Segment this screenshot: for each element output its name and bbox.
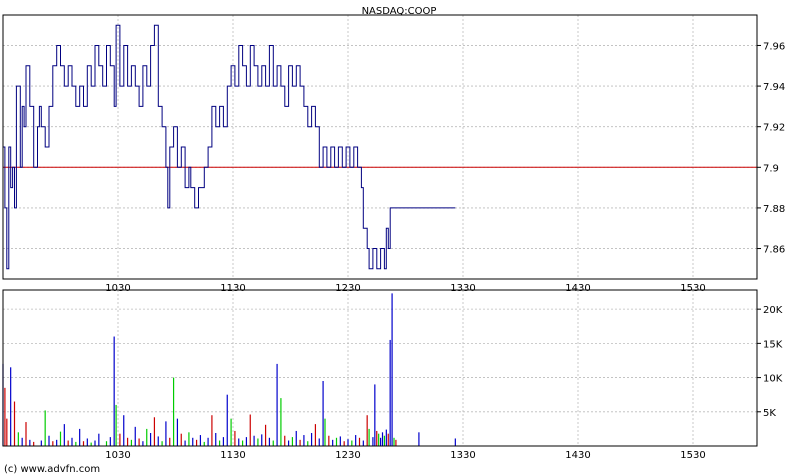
volume-y-tick-10K: 10K <box>763 374 783 385</box>
price-y-tick-7.88: 7.88 <box>763 204 785 215</box>
volume-y-tick-20K: 20K <box>763 305 783 316</box>
volume-x-tick-1530: 1530 <box>680 450 705 461</box>
copyright-text: (c) www.advfn.com <box>4 464 100 475</box>
volume-x-tick-1130: 1130 <box>220 450 245 461</box>
volume-x-tick-1330: 1330 <box>450 450 475 461</box>
price-series-line <box>3 24 456 270</box>
chart-title: NASDAQ:COOP <box>362 6 437 17</box>
volume-x-tick-1030: 1030 <box>105 450 130 461</box>
price-x-tick-1530: 1530 <box>680 283 705 294</box>
price-y-tick-7.96: 7.96 <box>763 41 785 52</box>
price-x-tick-1430: 1430 <box>565 283 590 294</box>
price-x-tick-1230: 1230 <box>335 283 360 294</box>
volume-x-tick-1430: 1430 <box>565 450 590 461</box>
price-y-tick-7.86: 7.86 <box>763 245 785 256</box>
price-y-tick-7.92: 7.92 <box>763 123 785 134</box>
volume-x-tick-1230: 1230 <box>335 450 360 461</box>
price-x-tick-1330: 1330 <box>450 283 475 294</box>
chart-svg: 7.86 7.88 7.9 7.92 7.94 7.96 1030 1130 1230 1330 1… <box>2 6 785 475</box>
price-x-tick-1030: 1030 <box>105 283 130 294</box>
volume-y-tick-15K: 15K <box>763 339 783 350</box>
price-x-tick-1130: 1130 <box>220 283 245 294</box>
chart-container: 7.86 7.88 7.9 7.92 7.94 7.96 1030 1130 1230 1330 1… <box>0 0 800 475</box>
volume-y-tick-5K: 5K <box>763 408 776 419</box>
price-y-tick-7.94: 7.94 <box>763 82 785 93</box>
price-y-tick-7.9: 7.9 <box>763 163 779 174</box>
